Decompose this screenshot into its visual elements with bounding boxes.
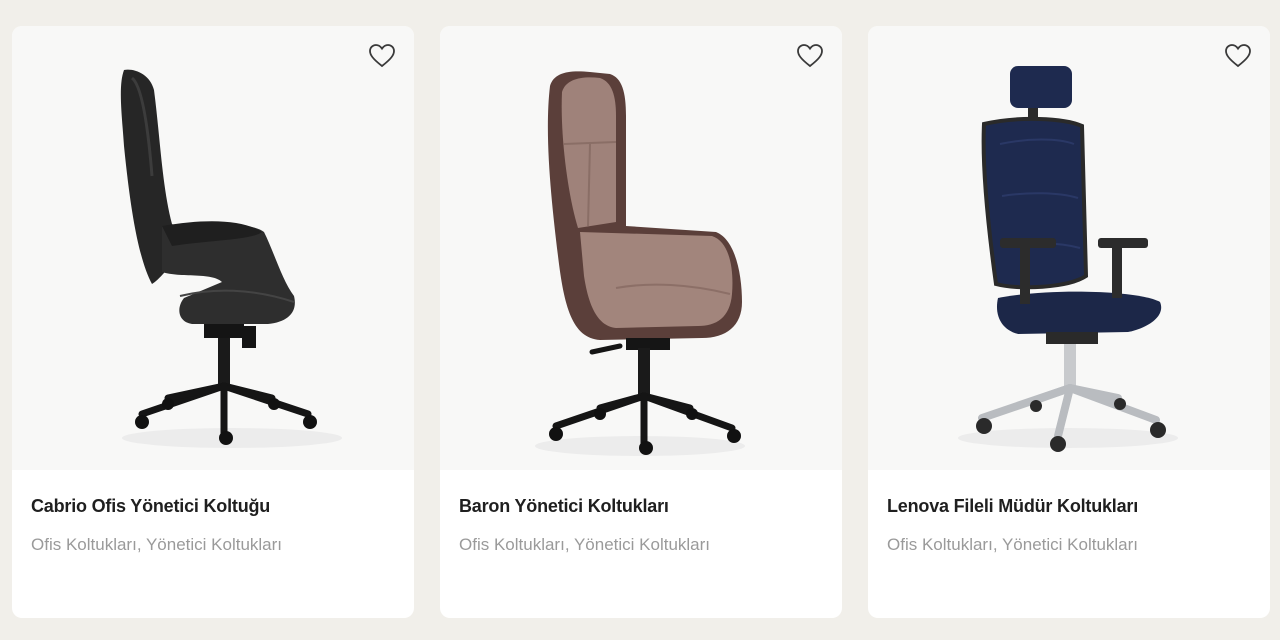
product-title[interactable]: Cabrio Ofis Yönetici Koltuğu bbox=[31, 496, 270, 517]
product-image[interactable] bbox=[868, 26, 1270, 470]
category-separator: , bbox=[136, 535, 146, 554]
category-link[interactable]: Ofis Koltukları bbox=[459, 535, 565, 554]
heart-outline-icon[interactable] bbox=[368, 42, 396, 70]
chair-black-leather-image bbox=[120, 69, 342, 448]
product-categories: Ofis Koltukları, Yönetici Koltukları bbox=[31, 535, 282, 555]
product-card[interactable]: Cabrio Ofis Yönetici Koltuğu Ofis Koltuk… bbox=[12, 26, 414, 618]
product-categories: Ofis Koltukları, Yönetici Koltukları bbox=[887, 535, 1138, 555]
product-title[interactable]: Lenova Fileli Müdür Koltukları bbox=[887, 496, 1138, 517]
product-card[interactable]: Baron Yönetici Koltukları Ofis Koltuklar… bbox=[440, 26, 842, 618]
product-image[interactable] bbox=[440, 26, 842, 470]
product-grid: Cabrio Ofis Yönetici Koltuğu Ofis Koltuk… bbox=[0, 0, 1280, 640]
product-image[interactable] bbox=[12, 26, 414, 470]
chair-navy-mesh-image bbox=[958, 66, 1178, 452]
chair-brown-fabric-image bbox=[535, 71, 745, 456]
heart-outline-icon[interactable] bbox=[796, 42, 824, 70]
category-separator: , bbox=[564, 535, 574, 554]
heart-outline-icon[interactable] bbox=[1224, 42, 1252, 70]
category-separator: , bbox=[992, 535, 1002, 554]
product-categories: Ofis Koltukları, Yönetici Koltukları bbox=[459, 535, 710, 555]
product-card[interactable]: Lenova Fileli Müdür Koltukları Ofis Kolt… bbox=[868, 26, 1270, 618]
category-link[interactable]: Yönetici Koltukları bbox=[574, 535, 710, 554]
category-link[interactable]: Yönetici Koltukları bbox=[1002, 535, 1138, 554]
category-link[interactable]: Yönetici Koltukları bbox=[146, 535, 282, 554]
category-link[interactable]: Ofis Koltukları bbox=[887, 535, 993, 554]
product-title[interactable]: Baron Yönetici Koltukları bbox=[459, 496, 669, 517]
category-link[interactable]: Ofis Koltukları bbox=[31, 535, 137, 554]
